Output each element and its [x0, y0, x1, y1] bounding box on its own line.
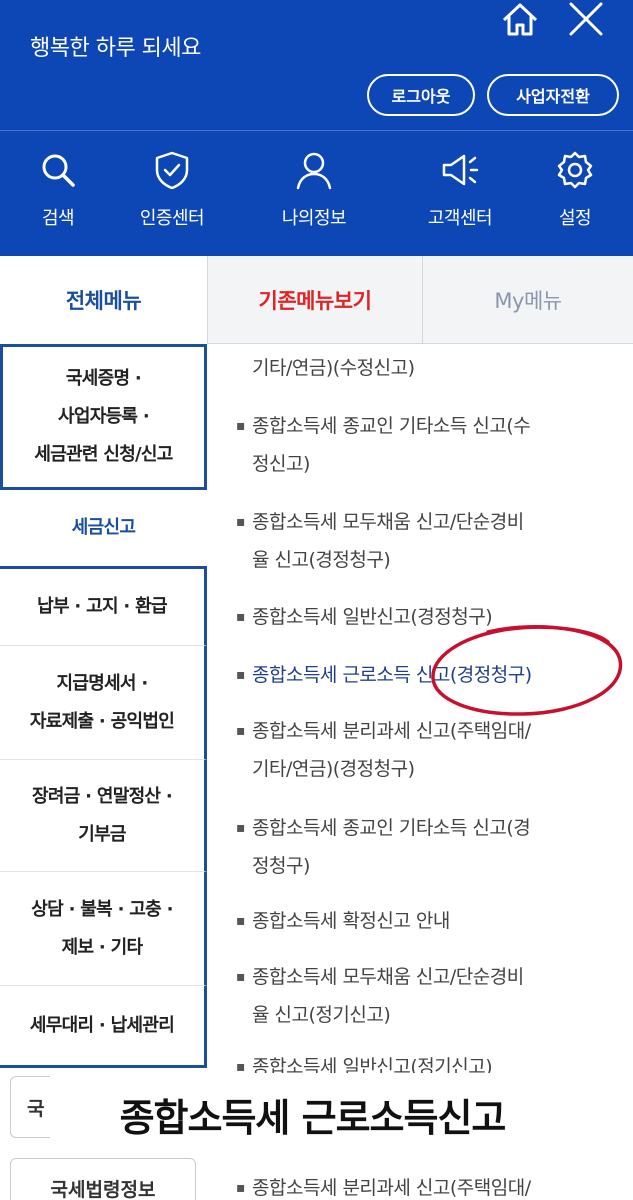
submenu-list: 기타/연금)(수정신고) ▪ 종합소득세 종교인 기타소득 신고(수 정신고) …: [207, 344, 633, 1200]
bullet-icon: ▪: [236, 913, 246, 929]
bottom-link-label: 국: [27, 1097, 45, 1120]
nav-item-label: 국세증명 ·: [65, 368, 142, 389]
header-divider: [0, 130, 633, 131]
quick-settings-label: 설정: [558, 208, 592, 229]
nav-item-statements[interactable]: 지급명세서 · 자료제출 · 공익법인: [0, 646, 207, 760]
bullet-icon: ▪: [236, 723, 246, 739]
nav-item-label: 사업자등록 ·: [57, 406, 150, 427]
bullet-icon: ▪: [236, 667, 246, 683]
nav-item-label: 지급명세서 ·: [56, 672, 148, 694]
bullet-icon: ▪: [236, 1180, 246, 1196]
bullet-icon: ▪: [236, 820, 246, 836]
menu-tabs: 전체메뉴 기존메뉴보기 My메뉴: [0, 256, 633, 344]
submenu-item-text: 기타/연금)(경정청구): [252, 758, 415, 780]
quick-auth-center[interactable]: 인증센터: [117, 150, 227, 240]
tab-all-menu[interactable]: 전체메뉴: [0, 256, 207, 344]
nav-item-label: 기부금: [78, 823, 126, 845]
nav-item-label: 장려금 · 연말정산 ·: [32, 785, 173, 807]
tax-law-info-label: 국세법령정보: [50, 1178, 156, 1200]
tab-my-menu[interactable]: My메뉴: [422, 256, 633, 344]
submenu-item[interactable]: 기타/연금)(수정신고): [252, 349, 592, 387]
submenu-item-text: 율 신고(정기신고): [252, 1004, 391, 1026]
quick-settings[interactable]: 설정: [520, 150, 630, 240]
header: 행복한 하루 되세요 로그아웃 사업자전환 검색 인증센터 나의정보 고객센터 …: [0, 0, 633, 256]
bullet-icon: ▪: [236, 609, 246, 625]
home-icon[interactable]: [499, 0, 541, 40]
nav-item-label: 상담 · 불복 · 고충 ·: [31, 898, 173, 920]
tax-law-info-link[interactable]: 국세법령정보: [10, 1158, 196, 1200]
gear-icon: [557, 151, 593, 189]
submenu-item[interactable]: ▪ 종합소득세 모두채움 신고/단순경비 율 신고(정기신고): [236, 958, 592, 1034]
submenu-item-text: 종합소득세 종교인 기타소득 신고(수: [252, 415, 531, 437]
submenu-item-text: 종합소득세 종교인 기타소득 신고(경: [252, 817, 531, 839]
logout-button[interactable]: 로그아웃: [367, 74, 475, 116]
submenu-item-text: 기타/연금)(수정신고): [252, 357, 415, 379]
megaphone-icon: [442, 154, 479, 186]
user-icon: [296, 152, 332, 190]
bullet-icon: ▪: [236, 418, 246, 434]
nav-item-consultation[interactable]: 상담 · 불복 · 고충 · 제보 · 기타: [0, 872, 207, 986]
submenu-item-text: 종합소득세 분리과세 신고(주택임대/: [252, 1177, 531, 1199]
nav-item-label: 납부 · 고지 · 환급: [37, 596, 167, 617]
submenu-item-text: 정청구): [252, 855, 310, 877]
bullet-icon: ▪: [236, 969, 246, 985]
nav-item-certificates[interactable]: 국세증명 · 사업자등록 · 세금관련 신청/신고: [0, 344, 207, 490]
left-category-nav: 국세증명 · 사업자등록 · 세금관련 신청/신고 세금신고 납부 · 고지 ·…: [0, 344, 207, 1200]
nav-item-label: 자료제출 · 공익법인: [29, 710, 175, 732]
close-icon[interactable]: [565, 0, 607, 40]
submenu-item[interactable]: ▪ 종합소득세 분리과세 신고(주택임대/: [236, 1169, 592, 1200]
business-switch-button[interactable]: 사업자전환: [487, 74, 619, 116]
nav-item-label: 세금신고: [71, 517, 136, 538]
nav-item-label: 세무대리 · 납세관리: [29, 1014, 175, 1036]
submenu-item-text: 율 신고(경정청구): [252, 549, 391, 571]
nav-item-label: 제보 · 기타: [61, 936, 143, 958]
submenu-item[interactable]: ▪ 종합소득세 종교인 기타소득 신고(경 정청구): [236, 809, 592, 885]
annotation-circle: [431, 624, 623, 716]
nav-item-label: 세금관련 신청/신고: [34, 444, 173, 465]
submenu-item[interactable]: ▪ 종합소득세 모두채움 신고/단순경비 율 신고(경정청구): [236, 503, 592, 579]
submenu-item-text: 종합소득세 모두채움 신고/단순경비: [252, 511, 524, 533]
submenu-item-text: 종합소득세 모두채움 신고/단순경비: [252, 966, 524, 988]
bullet-icon: ▪: [236, 514, 246, 530]
search-icon: [42, 154, 75, 187]
submenu-item-text: 종합소득세 확정신고 안내: [252, 910, 450, 932]
nav-item-tax-agent[interactable]: 세무대리 · 납세관리: [0, 986, 207, 1068]
shield-check-icon: [155, 151, 189, 190]
quick-auth-center-label: 인증센터: [139, 208, 205, 229]
greeting-text: 행복한 하루 되세요: [30, 36, 201, 61]
nav-item-incentives[interactable]: 장려금 · 연말정산 · 기부금: [0, 760, 207, 872]
tab-old-menu[interactable]: 기존메뉴보기: [207, 256, 422, 344]
video-caption: 종합소득세 근로소득신고: [50, 1073, 575, 1155]
quick-my-info[interactable]: 나의정보: [259, 150, 369, 240]
submenu-item[interactable]: ▪ 종합소득세 확정신고 안내: [236, 902, 592, 940]
quick-search[interactable]: 검색: [3, 150, 113, 240]
quick-customer-center-label: 고객센터: [427, 208, 493, 229]
submenu-item-text: 정신고): [252, 453, 310, 475]
quick-customer-center[interactable]: 고객센터: [405, 150, 515, 240]
nav-item-payment[interactable]: 납부 · 고지 · 환급: [0, 566, 207, 646]
quick-my-info-label: 나의정보: [281, 208, 347, 229]
quick-search-label: 검색: [41, 208, 75, 229]
nav-item-tax-report[interactable]: 세금신고: [0, 490, 207, 566]
submenu-item[interactable]: ▪ 종합소득세 종교인 기타소득 신고(수 정신고): [236, 407, 592, 483]
